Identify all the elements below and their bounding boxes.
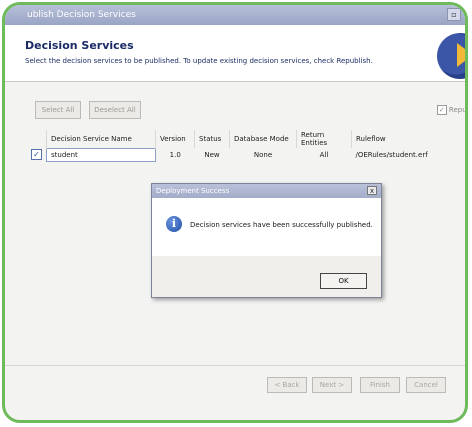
oracle-logo-icon bbox=[437, 33, 465, 79]
cell-name[interactable]: student bbox=[46, 147, 156, 162]
republish-option[interactable]: ✓Republi bbox=[436, 105, 467, 115]
dialog-message: Decision services have been successfully… bbox=[190, 221, 373, 229]
cell-ruleflow: /OERules/student.erf bbox=[355, 150, 428, 159]
logo-triangle bbox=[457, 43, 465, 67]
dialog-title: Deployment Success bbox=[156, 187, 230, 195]
column-header-check bbox=[27, 130, 47, 148]
window-title: ublish Decision Services bbox=[27, 10, 136, 20]
page-description: Select the decision services to be publi… bbox=[25, 57, 373, 65]
column-header-status[interactable]: Status bbox=[194, 130, 230, 148]
column-header-version[interactable]: Version bbox=[155, 130, 195, 148]
column-header-name[interactable]: Decision Service Name bbox=[46, 130, 156, 148]
cancel-button[interactable]: Cancel bbox=[406, 377, 446, 393]
page-title: Decision Services bbox=[25, 39, 134, 52]
next-button[interactable]: Next > bbox=[312, 377, 352, 393]
dialog-titlebar: Deployment Success x bbox=[152, 184, 381, 198]
deselect-all-button[interactable]: Deselect All bbox=[89, 101, 141, 119]
row-checkbox[interactable]: ✓ bbox=[31, 149, 42, 160]
column-header-return-entities[interactable]: Return Entities bbox=[296, 130, 352, 148]
back-button[interactable]: < Back bbox=[267, 377, 307, 393]
table-row[interactable]: ✓ student 1.0 New None All /OERules/stud… bbox=[27, 147, 432, 162]
republish-label: Republi bbox=[448, 106, 467, 114]
ok-button[interactable]: OK bbox=[320, 273, 367, 289]
decision-services-table: Decision Service Name Version Status Dat… bbox=[27, 130, 432, 162]
row-checkbox-cell[interactable]: ✓ bbox=[27, 148, 47, 161]
window-titlebar: ublish Decision Services ▫ bbox=[5, 5, 465, 25]
column-header-ruleflow[interactable]: Ruleflow bbox=[352, 130, 432, 148]
select-all-button[interactable]: Select All bbox=[35, 101, 81, 119]
cell-status: New bbox=[204, 150, 220, 159]
info-icon: i bbox=[166, 216, 182, 232]
column-header-database-mode[interactable]: Database Mode bbox=[229, 130, 297, 148]
close-icon[interactable]: x bbox=[367, 186, 377, 195]
table-header-row: Decision Service Name Version Status Dat… bbox=[27, 130, 432, 148]
dialog-body: i Decision services have been successful… bbox=[152, 198, 381, 256]
footer-divider bbox=[5, 365, 465, 366]
publish-wizard-window: ublish Decision Services ▫ Decision Serv… bbox=[2, 2, 468, 423]
wizard-header: Decision Services Select the decision se… bbox=[5, 25, 465, 82]
cell-return-entities: All bbox=[319, 150, 329, 159]
cell-version: 1.0 bbox=[169, 150, 181, 159]
deployment-success-dialog: Deployment Success x i Decision services… bbox=[151, 183, 382, 298]
cell-database-mode: None bbox=[253, 150, 273, 159]
republish-checkbox[interactable]: ✓ bbox=[436, 105, 447, 115]
maximize-icon[interactable]: ▫ bbox=[447, 8, 461, 21]
finish-button[interactable]: Finish bbox=[360, 377, 400, 393]
